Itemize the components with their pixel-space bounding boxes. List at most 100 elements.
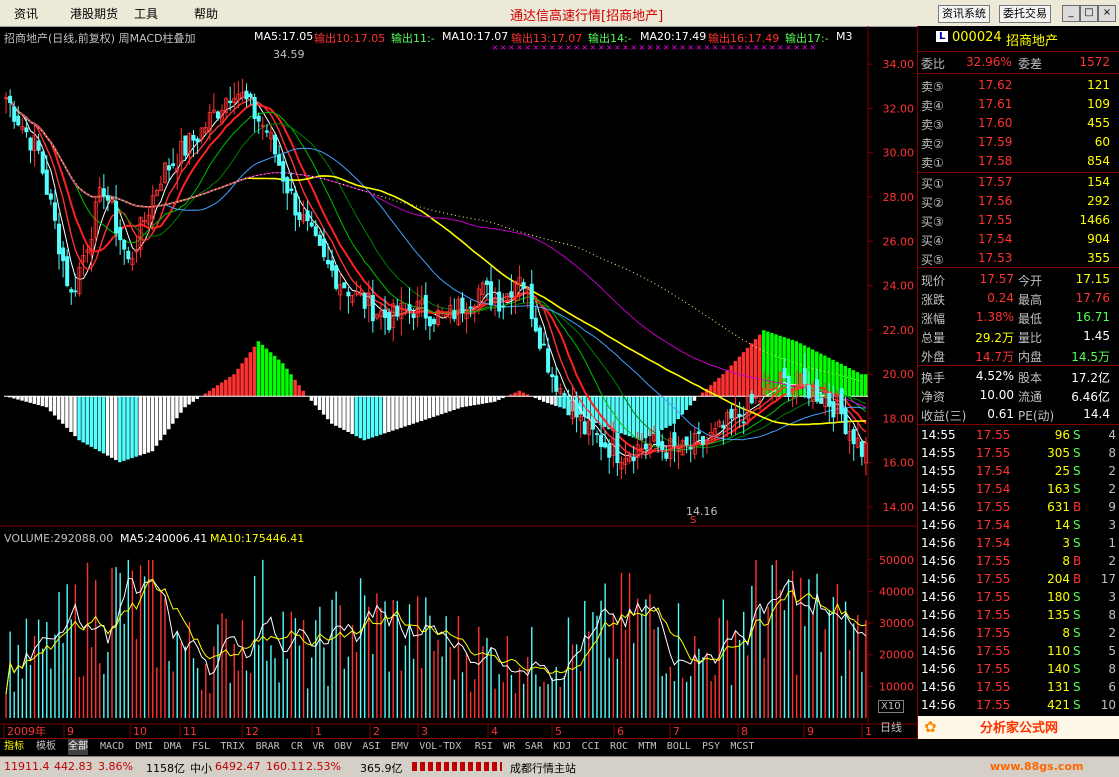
tab-模板[interactable]: 模板: [36, 739, 56, 755]
tick-volume: 140: [1047, 662, 1070, 676]
price-tick-label: 24.00: [883, 280, 915, 293]
candle-body: [12, 106, 17, 122]
weibi-label: 委比: [921, 57, 946, 71]
price-tick-label: 26.00: [883, 235, 915, 248]
candle-body: [721, 424, 726, 429]
macd-bar: [680, 396, 685, 415]
macd-bar: [260, 344, 265, 397]
bid-row[interactable]: 买② 17.56 292: [918, 192, 1119, 211]
close-icon[interactable]: ×: [1098, 5, 1116, 22]
tick-row: 14:56 17.54 14 S 3: [918, 516, 1119, 534]
tab-mcst[interactable]: MCST: [730, 739, 754, 755]
tab-kdj[interactable]: KDJ: [553, 739, 571, 755]
minimize-icon[interactable]: _: [1062, 5, 1080, 22]
kline-chart[interactable]: 34.00 32.00 30.00 28.00 26.00 24.00 22.00 20.00…: [0, 26, 917, 739]
candle-body: [696, 431, 701, 434]
macd-bar: [134, 396, 138, 457]
tab-asi[interactable]: ASI: [362, 739, 380, 755]
stats-label: 净资: [921, 390, 946, 404]
tab-psy[interactable]: PSY: [702, 739, 720, 755]
tab-fsl[interactable]: FSL: [192, 739, 210, 755]
tick-volume: 3: [1062, 536, 1070, 550]
tick-time: 14:56: [921, 590, 956, 604]
tick-time: 14:56: [921, 500, 956, 514]
candle-body: [411, 313, 416, 319]
macd-bar: [448, 396, 452, 412]
info-system-button[interactable]: 资讯系统: [938, 5, 990, 23]
tick-side: S: [1073, 446, 1081, 460]
macd-bar: [167, 396, 171, 430]
tick-volume: 96: [1054, 428, 1070, 442]
ask-row[interactable]: 卖⑤ 17.62 121: [918, 76, 1119, 95]
macd-bar: [73, 396, 77, 437]
server-station[interactable]: 成都行情主站: [510, 760, 576, 776]
bid-row[interactable]: 买④ 17.54 904: [918, 230, 1119, 249]
tab-brar[interactable]: BRAR: [256, 739, 280, 755]
tab-dma[interactable]: DMA: [164, 739, 182, 755]
bid-row[interactable]: 买① 17.57 154: [918, 173, 1119, 192]
zoom-x10-button[interactable]: X10: [878, 700, 904, 713]
tick-side: S: [1073, 680, 1081, 694]
ask-row[interactable]: 卖① 17.58 854: [918, 152, 1119, 171]
candle-body: [582, 421, 587, 435]
macd-bar: [460, 396, 464, 408]
tab-vr[interactable]: VR: [312, 739, 324, 755]
tab-trix[interactable]: TRIX: [220, 739, 244, 755]
tab-cci[interactable]: CCI: [582, 739, 600, 755]
macd-bar: [272, 355, 277, 397]
bid-row[interactable]: 买⑤ 17.53 355: [918, 249, 1119, 268]
candle-body: [126, 250, 131, 260]
price-tick-label: 18.00: [883, 412, 915, 425]
tab-roc[interactable]: ROC: [610, 739, 628, 755]
candle-body: [407, 304, 412, 311]
tab-emv[interactable]: EMV: [391, 739, 409, 755]
menu-tools[interactable]: 工具: [134, 5, 158, 22]
tab-obv[interactable]: OBV: [334, 739, 352, 755]
menu-hk-futures[interactable]: 港股期货: [70, 5, 118, 22]
menu-info[interactable]: 资讯: [14, 5, 38, 22]
bid-row[interactable]: 买③ 17.55 1466: [918, 211, 1119, 230]
maximize-icon[interactable]: □: [1080, 5, 1098, 22]
ma5-label: MA5:17.05: [254, 30, 314, 43]
tab-dmi[interactable]: DMI: [135, 739, 153, 755]
candle-body: [297, 212, 302, 221]
tab-rsi[interactable]: RSI: [475, 739, 493, 755]
stats-value: 14.4: [1083, 407, 1110, 421]
trade-button[interactable]: 委托交易: [999, 5, 1051, 23]
tick-count: 3: [1108, 590, 1116, 604]
candle-body: [309, 222, 314, 227]
ask-row[interactable]: 卖④ 17.61 109: [918, 95, 1119, 114]
tab-全部[interactable]: 全部: [68, 739, 88, 755]
tab-wr[interactable]: WR: [503, 739, 515, 755]
candle-body: [370, 294, 375, 322]
tab-boll[interactable]: BOLL: [667, 739, 691, 755]
macd-bar: [403, 396, 407, 427]
tab-指标[interactable]: 指标: [4, 739, 24, 755]
ask-label: 卖③: [921, 118, 944, 132]
tab-mtm[interactable]: MTM: [638, 739, 656, 755]
macd-bar: [431, 396, 436, 417]
quote-label: 外盘: [921, 350, 946, 364]
ask-volume: 854: [1087, 154, 1110, 168]
candle-body: [574, 402, 579, 418]
tab-sar[interactable]: SAR: [525, 739, 543, 755]
tab-cr[interactable]: CR: [291, 739, 303, 755]
l-badge-icon: L: [936, 31, 949, 42]
date-tick-label: 9: [67, 725, 74, 738]
tab-vol-tdx[interactable]: VOL-TDX: [419, 739, 461, 755]
kline-chart-area[interactable]: 34.00 32.00 30.00 28.00 26.00 24.00 22.00 20.00…: [0, 26, 917, 739]
macd-bar: [456, 396, 460, 409]
period-daily-label[interactable]: 日线: [880, 719, 902, 735]
candle-body: [737, 414, 742, 417]
menu-help[interactable]: 帮助: [194, 5, 218, 22]
candle-body: [252, 96, 257, 120]
ask-row[interactable]: 卖③ 17.60 455: [918, 114, 1119, 133]
ask-row[interactable]: 卖② 17.59 60: [918, 133, 1119, 152]
tick-time: 14:55: [921, 464, 956, 478]
bid-volume: 1466: [1079, 213, 1110, 227]
candle-body: [615, 432, 620, 464]
weicha-value: 1572: [1079, 55, 1110, 69]
candle-body: [590, 418, 595, 430]
tab-macd[interactable]: MACD: [100, 739, 124, 755]
macd-bar: [191, 396, 195, 402]
